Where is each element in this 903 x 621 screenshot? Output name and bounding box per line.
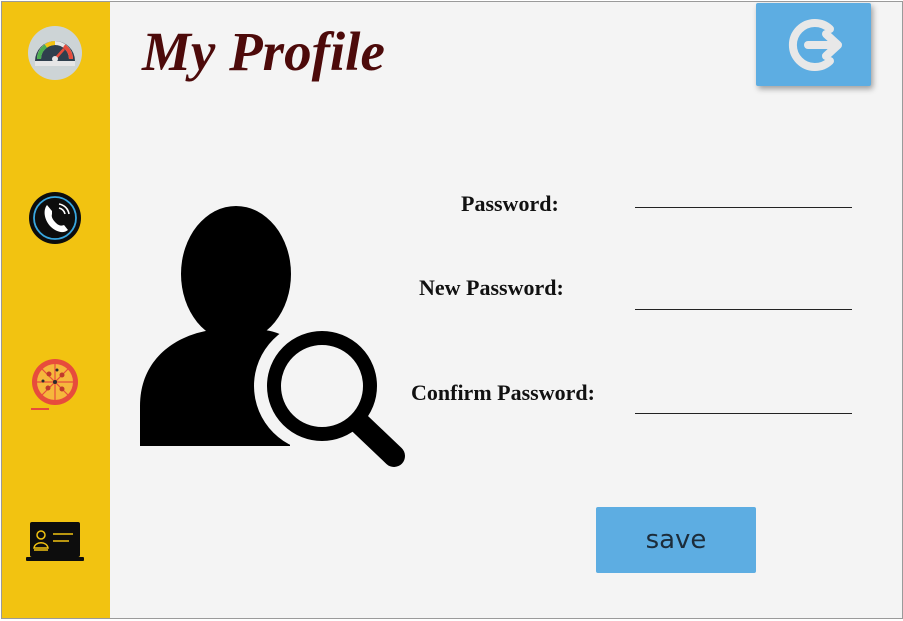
sidebar-item-dashboard[interactable]: [24, 22, 86, 84]
confirm-password-input[interactable]: [635, 390, 852, 414]
new-password-label: New Password:: [419, 275, 564, 300]
profile-window: My Profile Password: New Password: Confi…: [1, 1, 903, 619]
sidebar-item-menu[interactable]: [24, 353, 86, 415]
pizza-icon: [31, 359, 78, 410]
confirm-password-label: Confirm Password:: [411, 380, 595, 405]
logout-icon: [788, 18, 842, 71]
laptop-profile-icon: [26, 522, 84, 561]
password-label: Password:: [461, 191, 559, 216]
sidebar-item-contact[interactable]: [24, 187, 86, 249]
save-button[interactable]: save: [596, 507, 756, 573]
page-title: My Profile: [142, 21, 385, 82]
user-search-icon: [140, 206, 405, 467]
sidebar: [2, 2, 110, 618]
phone-icon: [29, 192, 81, 244]
sidebar-item-profile[interactable]: [24, 512, 86, 574]
speedometer-icon: [28, 26, 82, 80]
new-password-input[interactable]: [635, 286, 852, 310]
password-input[interactable]: [635, 184, 852, 208]
logout-button[interactable]: [756, 3, 871, 86]
